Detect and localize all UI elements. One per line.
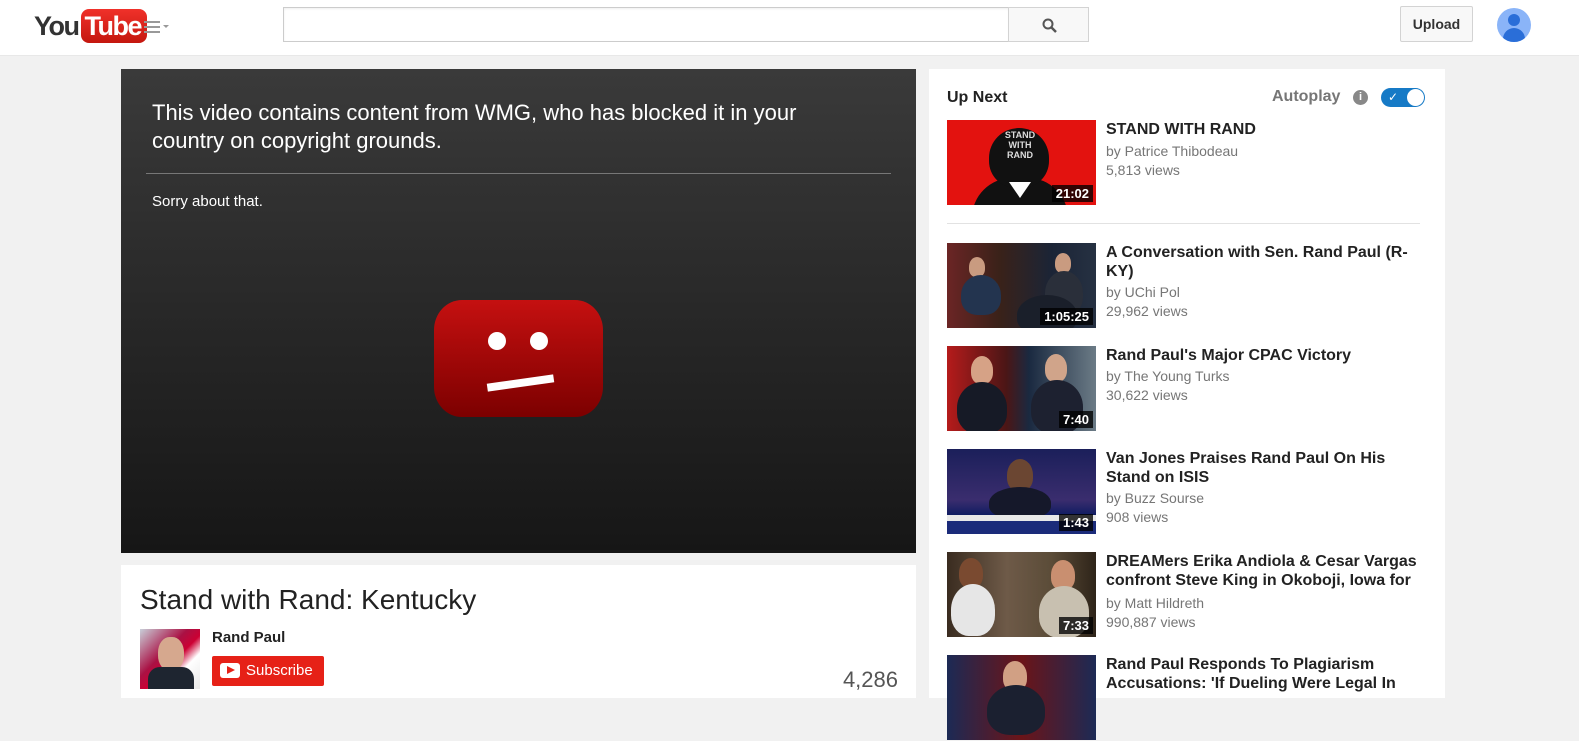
related-video[interactable]: 1:05:25 A Conversation with Sen. Rand Pa… bbox=[947, 243, 1422, 329]
video-title-link[interactable]: Rand Paul's Major CPAC Victory bbox=[1106, 346, 1424, 365]
video-thumbnail[interactable]: STAND WITH RAND 21:02 bbox=[947, 120, 1096, 205]
player-divider bbox=[146, 173, 891, 174]
related-video[interactable]: 1:43 Van Jones Praises Rand Paul On His … bbox=[947, 449, 1422, 535]
video-duration: 21:02 bbox=[1051, 185, 1093, 202]
video-channel: by The Young Turks bbox=[1106, 368, 1230, 384]
account-avatar[interactable] bbox=[1497, 8, 1531, 42]
subscribe-button[interactable]: Subscribe bbox=[212, 656, 324, 686]
upload-button[interactable]: Upload bbox=[1400, 6, 1473, 42]
up-next-video[interactable]: STAND WITH RAND 21:02 STAND WITH RAND by… bbox=[947, 120, 1422, 206]
video-title-link[interactable]: DREAMers Erika Andiola & Cesar Vargas co… bbox=[1106, 552, 1424, 590]
masthead: You Tube Upload bbox=[0, 0, 1579, 56]
info-icon[interactable]: i bbox=[1353, 90, 1368, 105]
autoplay-toggle[interactable]: ✓ bbox=[1381, 88, 1425, 107]
logo-tube-text: Tube bbox=[80, 9, 147, 43]
sorry-message: Sorry about that. bbox=[152, 193, 263, 210]
subscribe-label: Subscribe bbox=[246, 662, 313, 679]
video-title-link[interactable]: STAND WITH RAND bbox=[1106, 120, 1424, 139]
video-channel: by UChi Pol bbox=[1106, 284, 1180, 300]
related-video[interactable]: 7:40 Rand Paul's Major CPAC Victory by T… bbox=[947, 346, 1422, 432]
search-input[interactable] bbox=[283, 7, 1009, 42]
video-views: 30,622 views bbox=[1106, 387, 1188, 403]
video-info-card: Stand with Rand: Kentucky Rand Paul Subs… bbox=[121, 565, 916, 698]
video-duration: 7:33 bbox=[1058, 617, 1093, 634]
video-duration: 1:05:25 bbox=[1040, 308, 1093, 325]
logo-you-text: You bbox=[34, 10, 80, 41]
channel-name-link[interactable]: Rand Paul bbox=[212, 629, 285, 646]
video-thumbnail[interactable]: 1:05:25 bbox=[947, 243, 1096, 328]
up-next-heading: Up Next bbox=[947, 89, 1008, 106]
autoplay-label: Autoplay bbox=[1272, 88, 1341, 105]
check-icon: ✓ bbox=[1388, 90, 1399, 104]
search-icon bbox=[1042, 18, 1057, 33]
video-views: 29,962 views bbox=[1106, 303, 1188, 319]
video-thumbnail[interactable]: 7:40 bbox=[947, 346, 1096, 431]
video-views: 5,813 views bbox=[1106, 162, 1180, 178]
view-count: 4,286 bbox=[842, 667, 898, 692]
video-channel: by Buzz Sourse bbox=[1106, 490, 1205, 506]
video-views: 990,887 views bbox=[1106, 614, 1196, 630]
search-button[interactable] bbox=[1008, 7, 1089, 42]
video-channel: by Patrice Thibodeau bbox=[1106, 143, 1239, 159]
video-duration: 1:43 bbox=[1058, 514, 1093, 531]
thumbnail-text: STAND WITH RAND bbox=[1004, 130, 1036, 160]
video-channel: by Matt Hildreth bbox=[1106, 595, 1205, 611]
video-duration: 7:40 bbox=[1058, 411, 1093, 428]
video-thumbnail[interactable]: 1:43 bbox=[947, 449, 1096, 534]
video-title: Stand with Rand: Kentucky bbox=[140, 584, 477, 615]
video-title-link[interactable]: A Conversation with Sen. Rand Paul (R-KY… bbox=[1106, 243, 1424, 281]
video-title-link[interactable]: Van Jones Praises Rand Paul On His Stand… bbox=[1106, 449, 1424, 487]
youtube-play-icon bbox=[220, 663, 240, 678]
watch-sidebar: Up Next Autoplay i ✓ STAND WITH RAND 21:… bbox=[929, 69, 1445, 740]
related-video[interactable]: Rand Paul Responds To Plagiarism Accusat… bbox=[947, 655, 1422, 741]
related-video[interactable]: 7:33 DREAMers Erika Andiola & Cesar Varg… bbox=[947, 552, 1422, 638]
youtube-logo[interactable]: You Tube bbox=[34, 8, 147, 44]
video-player[interactable]: This video contains content from WMG, wh… bbox=[121, 69, 916, 553]
video-title-link[interactable]: Rand Paul Responds To Plagiarism Accusat… bbox=[1106, 655, 1424, 693]
channel-avatar[interactable] bbox=[140, 629, 200, 689]
video-thumbnail[interactable]: 7:33 bbox=[947, 552, 1096, 637]
blocked-message: This video contains content from WMG, wh… bbox=[152, 100, 797, 153]
sad-youtube-icon bbox=[434, 300, 603, 417]
guide-menu-icon[interactable] bbox=[144, 19, 170, 35]
sidebar-divider bbox=[947, 223, 1420, 224]
video-views: 908 views bbox=[1106, 509, 1169, 525]
